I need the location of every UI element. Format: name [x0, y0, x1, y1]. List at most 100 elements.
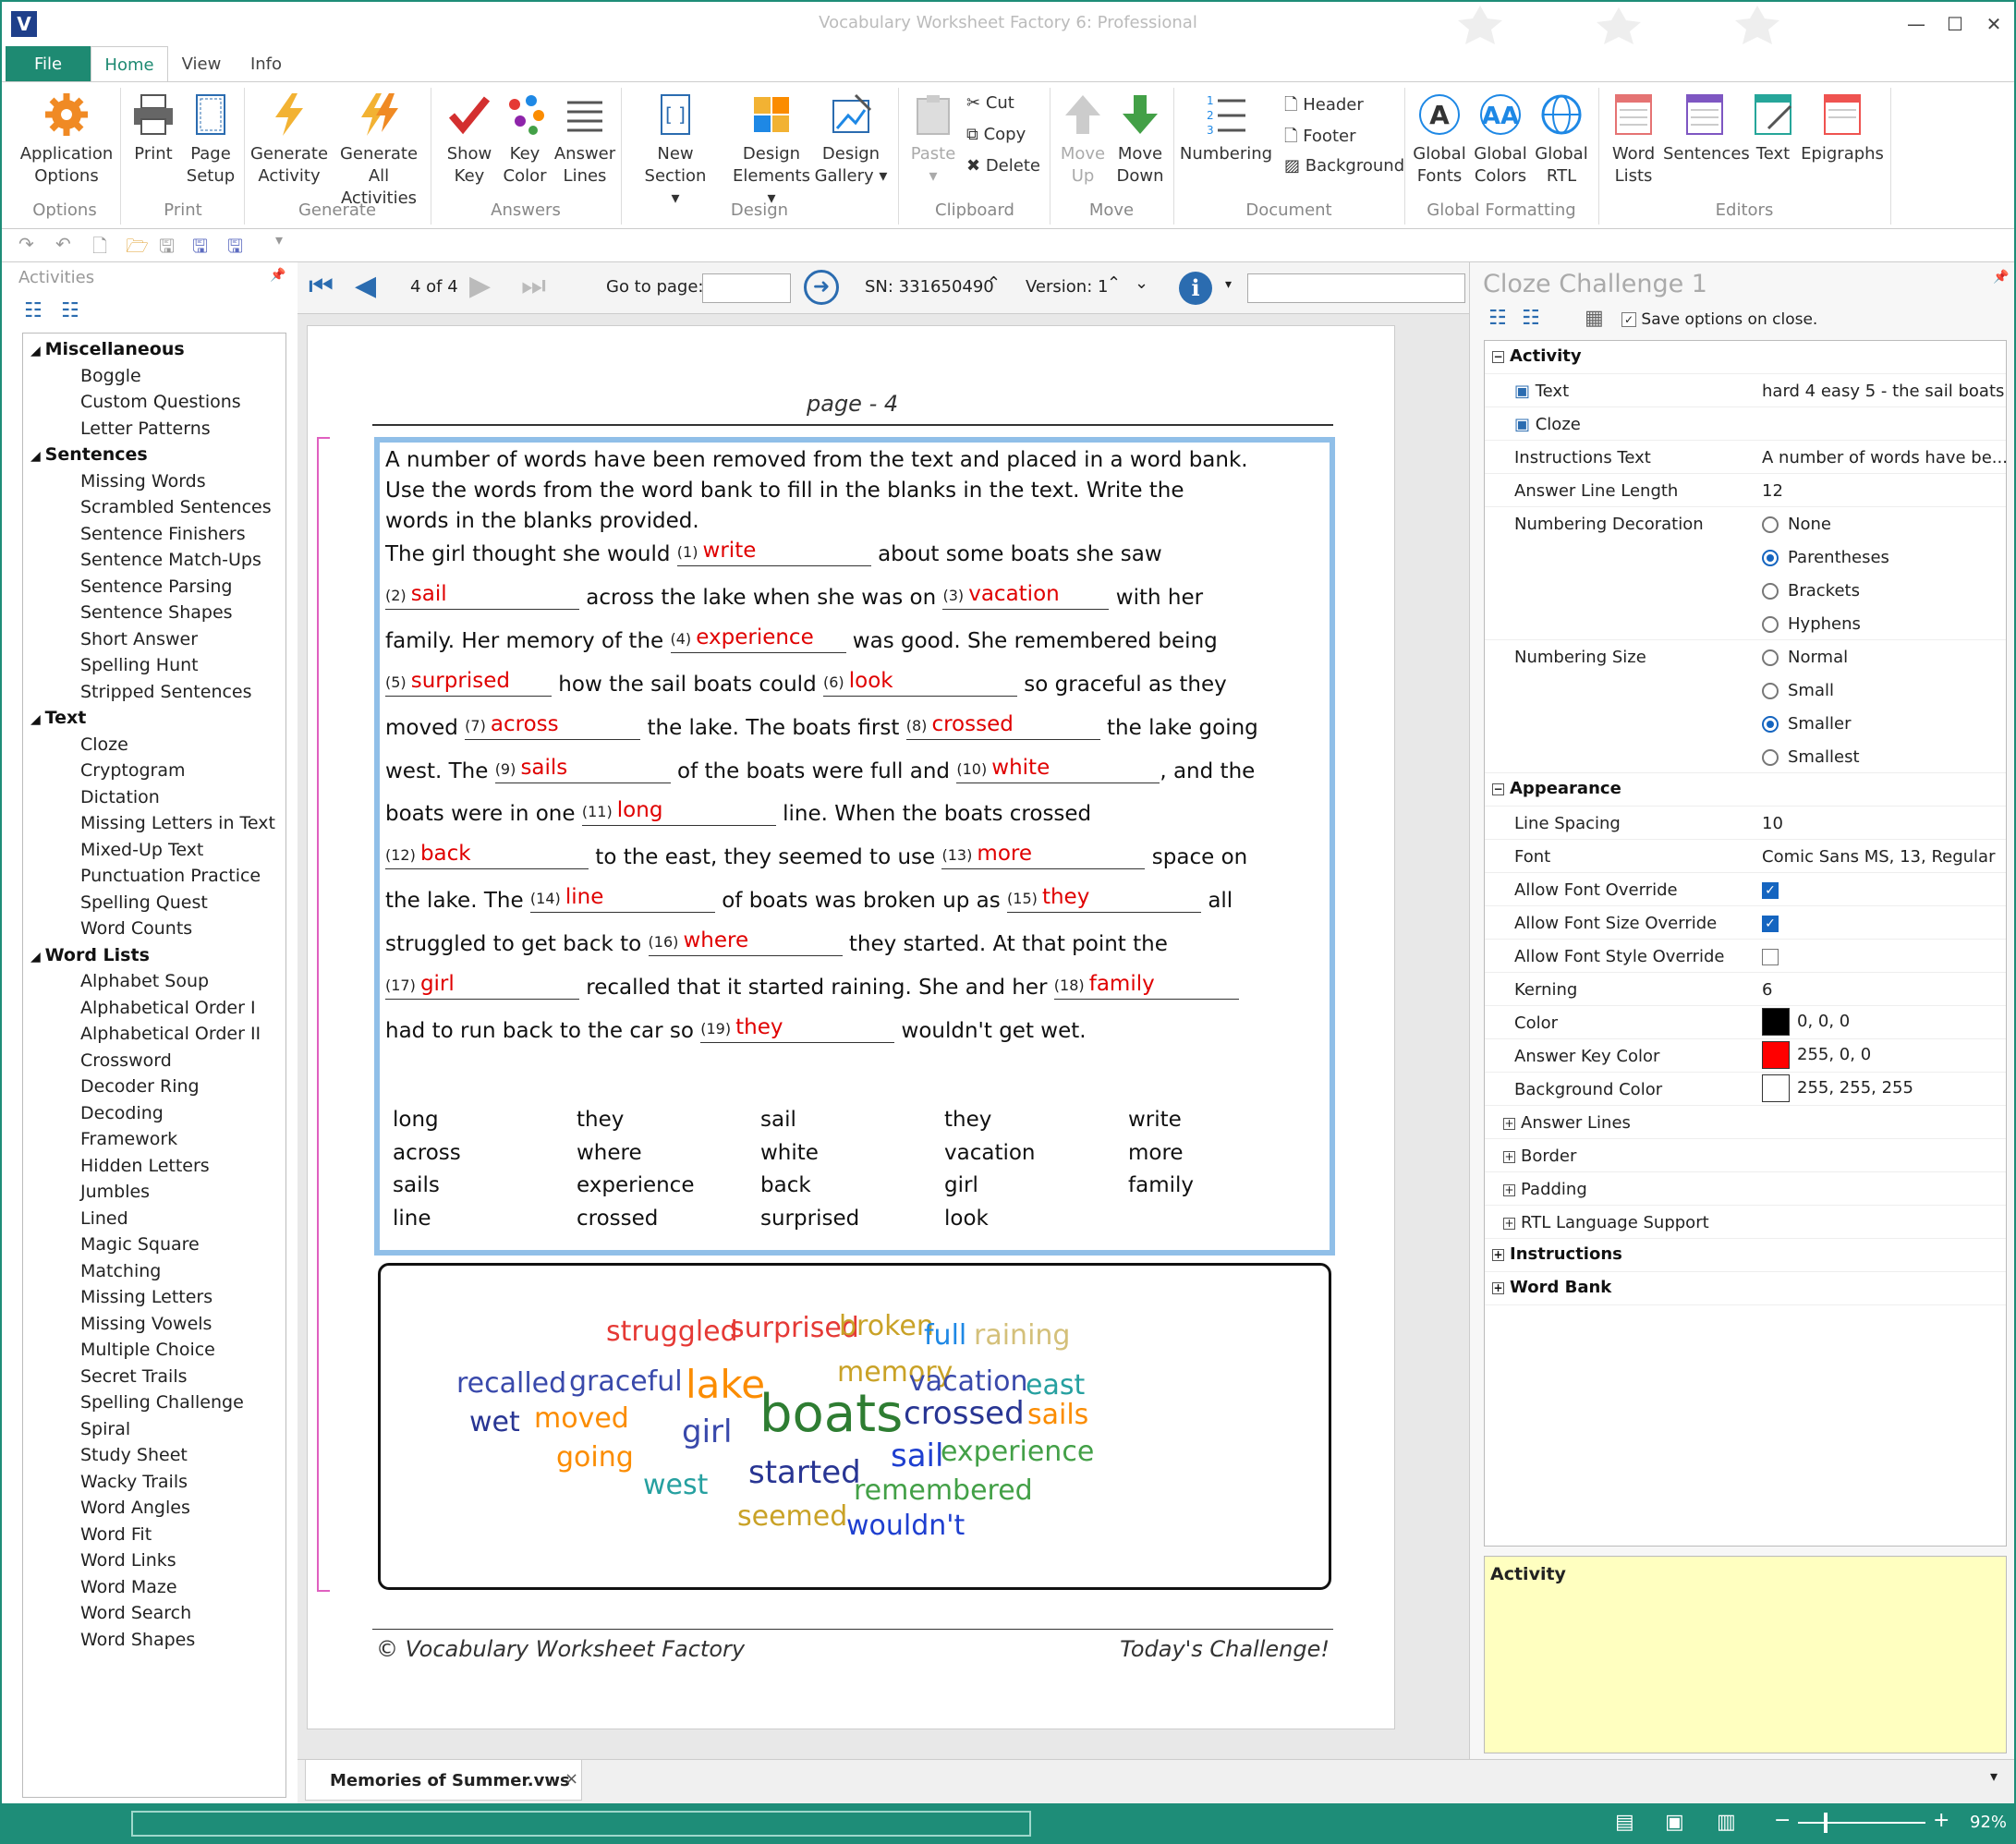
tree-item[interactable]: Mixed-Up Text: [80, 840, 203, 860]
header-button[interactable]: 🗋 Header: [1284, 93, 1364, 121]
last-page-button[interactable]: ⏭: [521, 270, 546, 302]
tree-item[interactable]: Crossword: [80, 1050, 172, 1071]
expand-icon[interactable]: +: [1503, 1217, 1515, 1230]
numbering-size-option[interactable]: Normal: [1762, 648, 1848, 667]
tree-item[interactable]: Decoder Ring: [80, 1076, 200, 1097]
property-row[interactable]: ▣ Cloze: [1485, 407, 2006, 441]
sentences-button[interactable]: Sentences: [1663, 91, 1750, 165]
close-button[interactable]: ✕: [1975, 9, 2012, 39]
tree-item[interactable]: Multiple Choice: [80, 1340, 215, 1360]
tree-item[interactable]: Scrambled Sentences: [80, 497, 272, 517]
design-elements-button[interactable]: Design Elements ▾: [726, 91, 817, 210]
padding-expander[interactable]: + Padding: [1503, 1180, 1587, 1199]
line-spacing-value[interactable]: 10: [1762, 814, 1783, 833]
property-row[interactable]: Numbering Decoration None Parentheses Brack…: [1485, 507, 2006, 640]
tree-item[interactable]: Missing Letters: [80, 1287, 213, 1307]
close-tab-icon[interactable]: ×: [565, 1769, 578, 1789]
answer-lines-expander[interactable]: + Answer Lines: [1503, 1113, 1631, 1133]
tree-item[interactable]: Word Shapes: [80, 1630, 195, 1650]
tab-home[interactable]: Home: [91, 46, 168, 83]
collapse-all-icon[interactable]: ☷: [1522, 307, 1540, 330]
tab-file[interactable]: File: [6, 46, 91, 83]
next-page-button[interactable]: ▶: [469, 270, 491, 302]
kerning-value[interactable]: 6: [1762, 980, 1772, 1000]
radio-button[interactable]: [1762, 749, 1779, 766]
redo-icon[interactable]: ↷: [18, 233, 34, 255]
expand-arrow-icon[interactable]: ◢: [30, 449, 45, 464]
property-row[interactable]: Color 0, 0, 0: [1485, 1006, 2006, 1039]
tree-item[interactable]: Sentence Shapes: [80, 602, 233, 623]
expand-icon[interactable]: +: [1492, 1248, 1504, 1261]
expand-all-icon[interactable]: ☷: [1488, 307, 1507, 330]
expand-icon[interactable]: +: [1503, 1150, 1515, 1163]
word-lists-button[interactable]: Word Lists: [1604, 91, 1663, 188]
previous-page-button[interactable]: ◀: [355, 270, 376, 302]
view-zoom-icon[interactable]: ▥: [1717, 1811, 1736, 1834]
background-button[interactable]: ▨ Background: [1284, 156, 1404, 176]
tree-item[interactable]: Word Maze: [80, 1577, 177, 1597]
radio-button[interactable]: [1762, 516, 1779, 533]
tree-item[interactable]: Sentence Finishers: [80, 524, 246, 544]
instructions-text-value[interactable]: A number of words have be...: [1762, 448, 2008, 467]
tree-item[interactable]: Missing Letters in Text: [80, 813, 275, 833]
expand-arrow-icon[interactable]: ◢: [30, 712, 45, 727]
sn-chevron-up-icon[interactable]: ⌃: [987, 273, 1001, 293]
footer-button[interactable]: 🗋 Footer: [1284, 125, 1355, 152]
minimize-button[interactable]: —: [1898, 9, 1935, 39]
tree-item[interactable]: Study Sheet: [80, 1445, 188, 1465]
property-row[interactable]: Background Color 255, 255, 255: [1485, 1073, 2006, 1106]
tree-item[interactable]: Sentence Parsing: [80, 576, 233, 597]
property-row[interactable]: + Instructions: [1485, 1239, 2006, 1272]
allow-font-size-override-value[interactable]: ✓: [1762, 914, 1779, 933]
allow-font-style-override-checkbox[interactable]: [1762, 949, 1779, 965]
tree-item[interactable]: Short Answer: [80, 629, 198, 649]
numbering-size-option[interactable]: Smallest: [1762, 747, 1860, 767]
instructions-category[interactable]: + Instructions: [1492, 1244, 1622, 1264]
tree-item[interactable]: Missing Words: [80, 471, 206, 491]
tree-item[interactable]: Framework: [80, 1129, 177, 1149]
property-row[interactable]: − Activity: [1485, 341, 2006, 374]
tree-item[interactable]: Dictation: [80, 787, 160, 807]
tree-item[interactable]: Letter Patterns: [80, 419, 211, 439]
activity-category[interactable]: − Activity: [1492, 346, 1582, 366]
version-up-icon[interactable]: ⌃: [1107, 273, 1121, 293]
first-page-button[interactable]: ⏮: [309, 270, 334, 302]
property-row[interactable]: + Padding: [1485, 1172, 2006, 1206]
allow-font-style-override-value[interactable]: [1762, 947, 1779, 966]
property-row[interactable]: + Word Bank: [1485, 1272, 2006, 1305]
info-icon[interactable]: i: [1179, 272, 1212, 305]
tree-category[interactable]: ◢ Sentences: [30, 444, 148, 465]
tree-item[interactable]: Punctuation Practice: [80, 866, 261, 886]
save-all-icon[interactable]: 🖫: [227, 233, 243, 264]
print-button[interactable]: Print: [126, 91, 181, 165]
property-row[interactable]: Line Spacing 10: [1485, 807, 2006, 840]
collapse-icon[interactable]: −: [1492, 782, 1504, 795]
numbering-decoration-option[interactable]: Brackets: [1762, 581, 1860, 601]
tree-item[interactable]: Wacky Trails: [80, 1472, 188, 1492]
tree-item[interactable]: Word Angles: [80, 1498, 190, 1518]
tree-item[interactable]: Jumbles: [80, 1182, 150, 1202]
border-expander[interactable]: + Border: [1503, 1146, 1576, 1166]
save-icon[interactable]: 🖫: [159, 233, 175, 264]
background-color-value[interactable]: 255, 255, 255: [1762, 1074, 1913, 1102]
property-row[interactable]: + Border: [1485, 1139, 2006, 1172]
tree-item[interactable]: Alphabetical Order I: [80, 998, 256, 1018]
font-value[interactable]: Comic Sans MS, 13, Regular: [1762, 847, 1995, 867]
property-row[interactable]: Answer Line Length 12: [1485, 474, 2006, 507]
expand-icon[interactable]: +: [1492, 1281, 1504, 1294]
radio-button[interactable]: [1762, 649, 1779, 666]
save-options-checkbox[interactable]: ✓ Save options on close.: [1621, 310, 1817, 329]
search-input[interactable]: [1247, 273, 1465, 303]
cloze-activity-frame[interactable]: A number of words have been removed from…: [374, 437, 1335, 1256]
text-editor-button[interactable]: Text: [1746, 91, 1800, 165]
tree-item[interactable]: Spelling Hunt: [80, 655, 199, 675]
view-normal-icon[interactable]: ▤: [1615, 1811, 1634, 1834]
new-section-button[interactable]: [ ] New Section ▾: [626, 91, 724, 210]
numbering-decoration-option[interactable]: None: [1762, 515, 1831, 534]
global-fonts-button[interactable]: A Global Fonts: [1410, 91, 1469, 188]
version-down-icon[interactable]: ⌄: [1135, 273, 1148, 293]
cut-button[interactable]: ✂ Cut: [966, 93, 1014, 113]
property-row[interactable]: Numbering Size Normal Small Smaller Smallest: [1485, 640, 2006, 773]
expand-all-icon[interactable]: ☷: [24, 299, 43, 322]
zoom-out-button[interactable]: −: [1774, 1809, 1791, 1832]
